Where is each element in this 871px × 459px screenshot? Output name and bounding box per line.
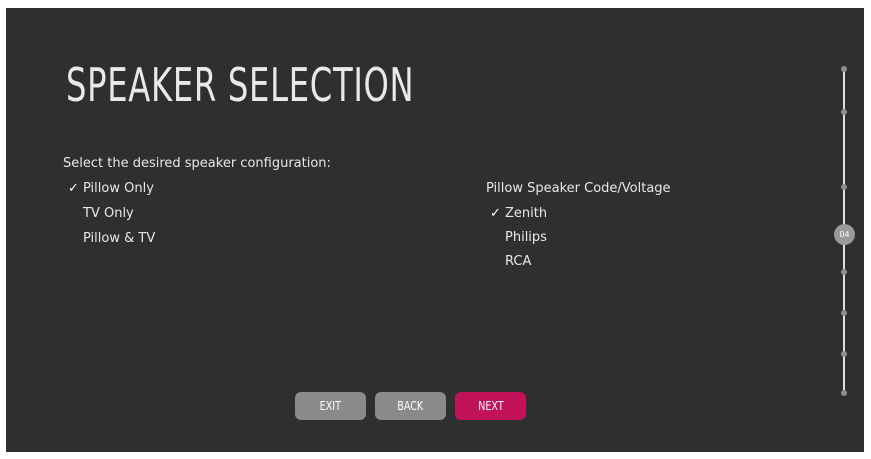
option-label: Zenith [505, 206, 548, 221]
option-tv-only[interactable]: TV Only [83, 206, 134, 221]
pillow-code-heading: Pillow Speaker Code/Voltage [486, 181, 671, 196]
option-label: Pillow & TV [83, 231, 156, 246]
current-step-badge: 04 [834, 224, 855, 245]
checkmark-icon: ✓ [68, 181, 79, 196]
checkmark-icon: ✓ [490, 206, 501, 221]
progress-step-dot [841, 390, 847, 396]
progress-step-dot [841, 184, 847, 190]
progress-step-dot [841, 109, 847, 115]
option-philips[interactable]: Philips [505, 230, 547, 245]
option-rca[interactable]: RCA [505, 254, 531, 269]
next-button-label: NEXT [477, 399, 504, 413]
back-button[interactable]: BACK [375, 392, 446, 420]
speaker-config-prompt: Select the desired speaker configuration… [63, 156, 331, 171]
option-label: TV Only [83, 206, 134, 221]
progress-step-dot [841, 310, 847, 316]
back-button-label: BACK [397, 399, 424, 413]
page-title: SPEAKER SELECTION [66, 58, 415, 112]
progress-step-dot [841, 351, 847, 357]
setup-screen: SPEAKER SELECTION Select the desired spe… [6, 8, 864, 452]
option-label: RCA [505, 254, 532, 269]
exit-button[interactable]: EXIT [295, 392, 366, 420]
next-button[interactable]: NEXT [455, 392, 526, 420]
option-zenith[interactable]: ✓ Zenith [490, 206, 548, 221]
exit-button-label: EXIT [319, 399, 342, 413]
progress-step-dot [841, 66, 847, 72]
progress-step-dot [841, 269, 847, 275]
option-pillow-and-tv[interactable]: Pillow & TV [83, 231, 155, 246]
option-pillow-only[interactable]: ✓ Pillow Only [68, 181, 154, 196]
option-label: Philips [505, 230, 547, 245]
option-label: Pillow Only [83, 181, 154, 196]
